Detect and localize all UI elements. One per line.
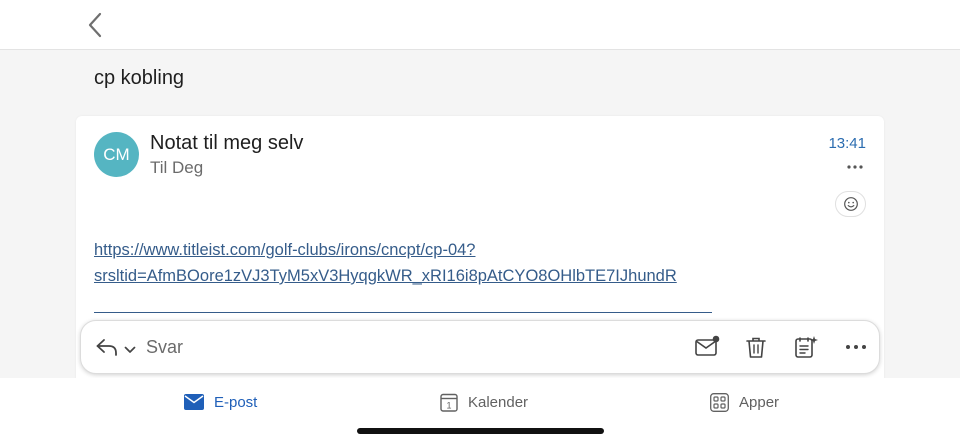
avatar[interactable]: CM — [94, 132, 139, 177]
nav-label-mail: E-post — [214, 393, 258, 411]
recipient-line: Til Deg — [150, 158, 204, 177]
message-time: 13:41 — [828, 135, 866, 152]
sender-name: Notat til meg selv — [150, 132, 304, 154]
mail-icon — [184, 394, 204, 410]
delete-button[interactable] — [743, 334, 769, 360]
more-horizontal-icon — [847, 165, 863, 169]
nav-label-calendar: Kalender — [468, 393, 529, 411]
reply-input[interactable]: Svar — [146, 337, 183, 358]
nav-item-mail[interactable]: E-post — [184, 390, 257, 414]
sparkle-list-icon — [795, 336, 818, 358]
overflow-button[interactable] — [843, 334, 869, 360]
body-divider — [94, 312, 712, 313]
nav-item-apps[interactable]: Apper — [710, 390, 779, 414]
message-more-button[interactable] — [846, 160, 864, 172]
trash-icon — [746, 337, 766, 358]
reply-options-button[interactable] — [124, 342, 136, 353]
chevron-left-icon — [88, 12, 102, 38]
mark-unread-button[interactable] — [694, 334, 720, 360]
summarize-button[interactable] — [793, 334, 819, 360]
thread-subject: cp kobling — [94, 67, 185, 89]
nav-item-calendar[interactable]: 1 Kalender — [440, 390, 528, 414]
reply-button[interactable] — [95, 337, 119, 357]
reply-bar: Svar — [80, 320, 880, 374]
top-bar — [0, 0, 960, 50]
home-indicator — [357, 428, 604, 434]
mail-unread-icon — [695, 335, 720, 356]
reply-icon — [96, 339, 117, 356]
react-button[interactable] — [835, 191, 866, 217]
more-horizontal-icon — [846, 345, 866, 349]
apps-grid-icon — [710, 392, 729, 412]
svg-text:1: 1 — [446, 401, 451, 411]
back-button[interactable] — [80, 8, 110, 42]
chevron-down-icon — [124, 346, 136, 353]
smiley-icon — [843, 197, 858, 211]
nav-label-apps: Apper — [739, 393, 780, 411]
calendar-icon: 1 — [440, 393, 458, 412]
body-link-line-2[interactable]: srsltid=AfmBOore1zVJ3TyM5xV3HyqgkWR_xRI1… — [94, 267, 677, 286]
body-link-line-1[interactable]: https://www.titleist.com/golf-clubs/iron… — [94, 241, 475, 260]
